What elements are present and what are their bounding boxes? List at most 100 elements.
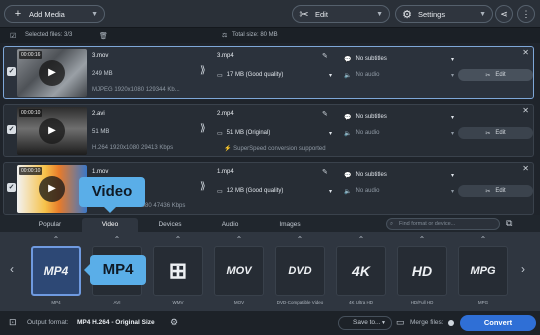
chevron-down-icon: ▾ [328,130,332,137]
audio-select[interactable]: 🔈 No audio ▾ [344,185,454,197]
chevron-up-icon[interactable]: ⌃ [275,235,325,244]
format-4k[interactable]: 4K [336,246,386,296]
chevron-right-icon[interactable]: › [521,262,525,276]
chevron-down-icon: ▾ [450,188,454,195]
chevron-up-icon[interactable]: ⌃ [397,235,447,244]
file-checkbox[interactable]: ✓ [7,183,16,192]
chevron-up-icon[interactable]: ⌃ [214,235,264,244]
plus-icon: + [14,8,22,20]
close-icon[interactable]: ✕ [522,48,529,57]
format-label: AVI [113,300,121,305]
subtitles-select[interactable]: 💬 No subtitles ▾ [344,53,454,65]
file-icon: ▭ [217,130,223,137]
chevron-down-icon: ▾ [450,114,454,121]
format-carousel: ‹ ⌃ MP4 MP4 ⌃ AVI AVI ⌃ ⊞ WMV ⌃ MOV MOV … [0,232,540,311]
merge-files-toggle[interactable] [448,320,454,326]
format-dvd[interactable]: DVD [275,246,325,296]
output-file-name[interactable]: 3.mp4 [217,53,234,59]
play-button[interactable]: ▶ [39,118,65,144]
gear-icon[interactable]: ⚙ [170,317,178,328]
convert-arrow-icon: ⟫ [200,65,206,76]
mp4-format-tooltip: MP4 [90,255,146,285]
tab-video[interactable]: Video [82,218,138,232]
tooltip-pointer [84,264,90,276]
chevron-down-icon: ▾ [328,72,332,79]
chevron-up-icon[interactable]: ⌃ [92,235,142,244]
tab-devices[interactable]: Devices [142,218,198,232]
pencil-icon[interactable]: ✎ [322,52,328,60]
format-tabs: Popular Video Devices Audio Images ⌕ Fin… [0,215,540,232]
merge-files-label: Merge files: [410,319,444,326]
close-icon[interactable]: ✕ [522,164,529,173]
share-icon: ⋖ [500,8,508,19]
convert-button[interactable]: Convert [460,315,536,331]
tab-popular[interactable]: Popular [22,218,78,232]
scissors-icon: ✂ [299,8,309,21]
audio-select[interactable]: 🔈 No audio ▾ [344,69,454,81]
edit-menu-button[interactable]: ✂ Edit ▼ [292,5,390,23]
chevron-up-icon[interactable]: ⌃ [458,235,508,244]
file-row[interactable]: ✓ 00:00:10 ▶ 2.avi 51 MB H.264 1920x1080… [3,104,534,157]
file-icon: ▭ [217,72,223,79]
format-mov[interactable]: MOV [214,246,264,296]
format-label: MOV [233,300,245,305]
output-size-select[interactable]: ▭ 17 MB (Good quality) ▾ [217,69,332,81]
chevron-down-icon: ▾ [450,130,454,137]
select-all-checkbox[interactable]: ☑ [10,32,16,40]
subtitles-select[interactable]: 💬 No subtitles ▾ [344,169,454,181]
chevron-up-icon[interactable]: ⌃ [336,235,386,244]
output-size-select[interactable]: ▭ 12 MB (Good quality) ▾ [217,185,332,197]
add-media-button[interactable]: + Add Media ▼ [4,5,105,23]
edit-button[interactable]: ✂ Edit [458,69,533,81]
file-row[interactable]: ✓ 00:00:16 ▶ 3.mov 249 MB MJPEG 1920x108… [3,46,534,99]
format-label: MP4 [51,300,61,305]
settings-button[interactable]: ⚙ Settings ▼ [395,5,493,23]
speech-bubble-icon: 💬 [344,56,352,63]
tooltip-pointer [104,207,116,213]
play-button[interactable]: ▶ [39,60,65,86]
audio-select[interactable]: 🔈 No audio ▾ [344,127,454,139]
pencil-icon[interactable]: ✎ [322,168,328,176]
output-file-name[interactable]: 2.mp4 [217,111,234,117]
convert-arrow-icon: ⟫ [200,123,206,134]
bottom-bar: ⊡ Output format: MP4 H.264 - Original Si… [0,311,540,335]
subtitles-select[interactable]: 💬 No subtitles ▾ [344,111,454,123]
tab-audio[interactable]: Audio [202,218,258,232]
close-icon[interactable]: ✕ [522,106,529,115]
file-checkbox[interactable]: ✓ [7,67,16,76]
edit-button[interactable]: ✂ Edit [458,185,533,197]
edit-button[interactable]: ✂ Edit [458,127,533,139]
collapse-panel-icon[interactable]: ⧉ [506,218,512,229]
chevron-down-icon: ▼ [91,10,98,18]
output-file-name[interactable]: 1.mp4 [217,169,234,175]
chevron-left-icon[interactable]: ‹ [10,262,14,276]
chevron-down-icon: ▾ [450,56,454,63]
menu-button[interactable]: ⋮ [517,5,535,23]
format-mpg[interactable]: MPG [458,246,508,296]
tab-images[interactable]: Images [262,218,318,232]
format-hd[interactable]: HD [397,246,447,296]
format-mp4[interactable]: MP4 [31,246,81,296]
file-checkbox[interactable]: ✓ [7,125,16,134]
codec-info: H.264 1920x1080 29413 Kbps [92,145,174,151]
convert-arrow-icon: ⟫ [200,181,206,192]
chevron-up-icon[interactable]: ⌃ [153,235,203,244]
chevron-down-icon: ▼ [376,10,383,18]
play-button[interactable]: ▶ [39,176,65,202]
folder-icon[interactable]: ▭ [396,317,405,328]
chevron-up-icon[interactable]: ⌃ [31,235,81,244]
total-size: Total size: 80 MB [232,32,278,38]
gear-icon: ⚙ [402,8,412,21]
codec-info: MJPEG 1920x1080 129344 Kb... [92,87,180,93]
trash-icon[interactable]: 🗑 [99,32,108,40]
share-button[interactable]: ⋖ [495,5,513,23]
file-name: 3.mov [92,53,109,59]
format-wmv[interactable]: ⊞ [153,246,203,296]
chevron-down-icon: ▼ [381,320,386,326]
save-to-button[interactable]: Save to... ▼ [338,316,392,330]
video-thumbnail: 00:00:10 ▶ [17,165,87,213]
format-search-input[interactable]: ⌕ Find format or device... [386,218,500,230]
output-size-select[interactable]: ▭ 51 MB (Original) ▾ [217,127,332,139]
pencil-icon[interactable]: ✎ [322,110,328,118]
scissors-icon: ✂ [485,188,491,195]
